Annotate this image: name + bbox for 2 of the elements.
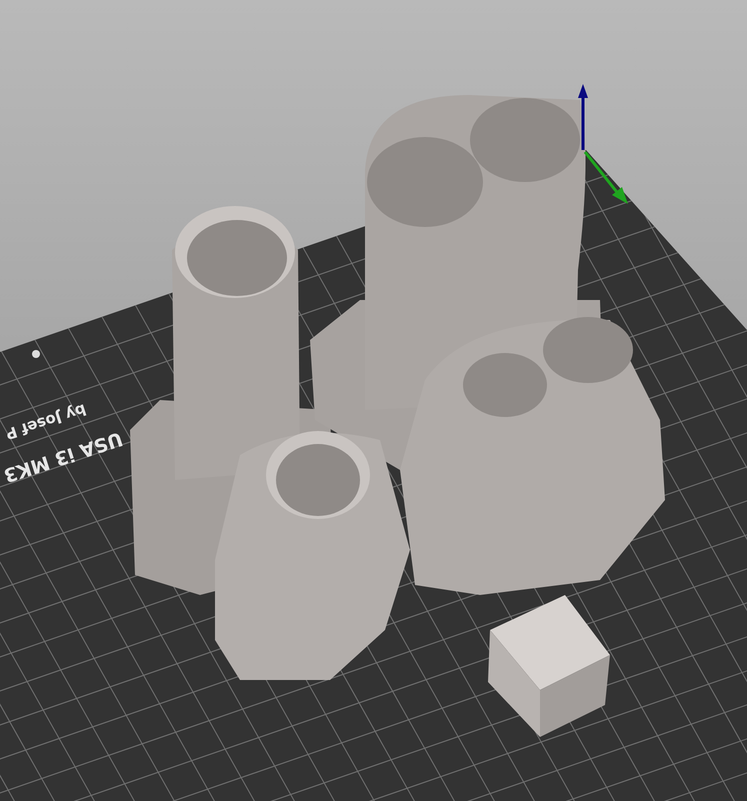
y-axis-arrow-icon [584,151,628,204]
z-axis-arrow-icon [578,84,588,150]
